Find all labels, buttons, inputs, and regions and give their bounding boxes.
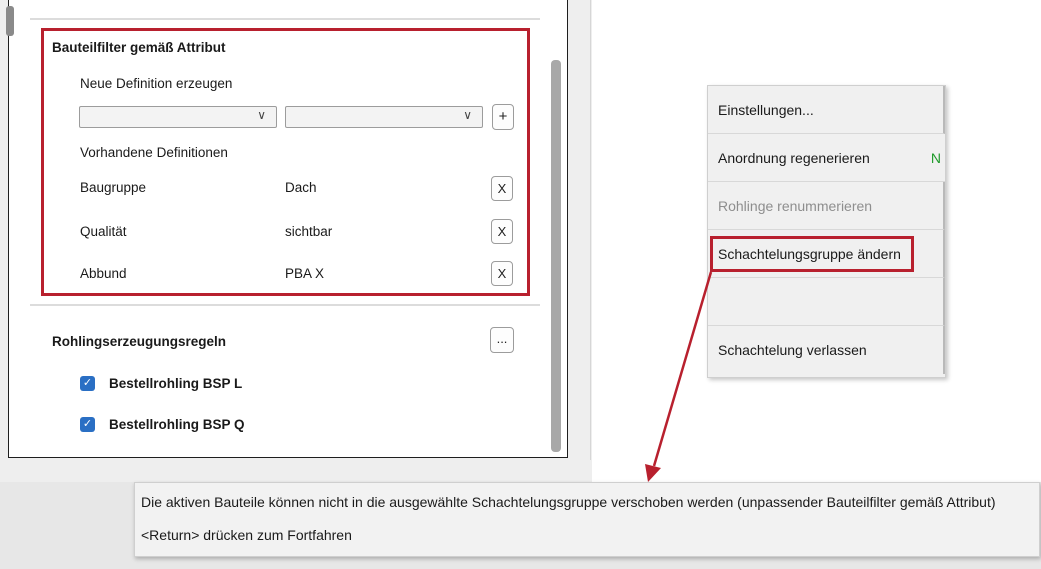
blank-rule-checkbox[interactable]: ✓ bbox=[80, 417, 95, 432]
menu-item-highlight bbox=[710, 236, 914, 272]
section-divider bbox=[30, 304, 540, 306]
remove-definition-button[interactable]: X bbox=[491, 261, 513, 286]
definition-attribute: Abbund bbox=[80, 266, 127, 281]
menu-item-settings[interactable]: Einstellungen... bbox=[708, 86, 945, 134]
definition-attribute: Qualität bbox=[80, 224, 127, 239]
arrow-head-icon bbox=[645, 464, 661, 482]
remove-definition-button[interactable]: X bbox=[491, 176, 513, 201]
menu-item-renumber-blanks: Rohlinge renummerieren bbox=[708, 182, 945, 230]
menu-item-label: Anordnung regenerieren bbox=[718, 150, 870, 166]
panel-separator bbox=[590, 0, 591, 460]
existing-definitions-label: Vorhandene Definitionen bbox=[80, 145, 228, 160]
menu-item-leave-nesting[interactable]: Schachtelung verlassen bbox=[708, 326, 945, 374]
continue-hint-text: <Return> drücken zum Fortfahren bbox=[141, 527, 352, 543]
menu-item-empty bbox=[708, 278, 945, 326]
blank-rule-checkbox[interactable]: ✓ bbox=[80, 376, 95, 391]
add-definition-button[interactable]: + bbox=[492, 104, 514, 130]
chevron-down-icon: ∨ bbox=[257, 108, 266, 122]
context-menu: Einstellungen... Anordnung regenerieren … bbox=[707, 85, 946, 378]
value-dropdown[interactable]: ∨ bbox=[285, 106, 483, 128]
filter-section-title: Bauteilfilter gemäß Attribut bbox=[52, 40, 226, 55]
outer-scroll-indicator[interactable] bbox=[6, 6, 14, 36]
panel-scrollbar-thumb[interactable] bbox=[551, 60, 561, 452]
menu-item-label: Rohlinge renummerieren bbox=[718, 198, 873, 214]
blank-rule-label: Bestellrohling BSP L bbox=[109, 376, 243, 391]
remove-definition-button[interactable]: X bbox=[491, 219, 513, 244]
error-message-text: Die aktiven Bauteile können nicht in die… bbox=[141, 494, 996, 510]
arrow-line bbox=[652, 271, 713, 467]
blank-rule-label: Bestellrohling BSP Q bbox=[109, 417, 245, 432]
new-definition-label: Neue Definition erzeugen bbox=[80, 76, 233, 91]
error-message-tooltip: Die aktiven Bauteile können nicht in die… bbox=[134, 482, 1040, 557]
menu-item-regenerate-layout[interactable]: Anordnung regenerieren N bbox=[708, 134, 945, 182]
definition-value: PBA X bbox=[285, 266, 325, 281]
menu-item-label: Schachtelung verlassen bbox=[718, 342, 867, 358]
definition-attribute: Baugruppe bbox=[80, 180, 147, 195]
attribute-dropdown[interactable]: ∨ bbox=[79, 106, 277, 128]
filter-section-highlight bbox=[41, 28, 530, 296]
menu-item-shortcut: N bbox=[930, 150, 941, 166]
blank-rules-title: Rohlingserzeugungsregeln bbox=[52, 334, 227, 349]
menu-item-label: Einstellungen... bbox=[718, 102, 814, 118]
chevron-down-icon: ∨ bbox=[463, 108, 472, 122]
more-options-button[interactable]: ... bbox=[490, 327, 514, 353]
section-divider-top bbox=[30, 18, 540, 20]
definition-value: Dach bbox=[285, 180, 317, 195]
definition-value: sichtbar bbox=[285, 224, 333, 239]
